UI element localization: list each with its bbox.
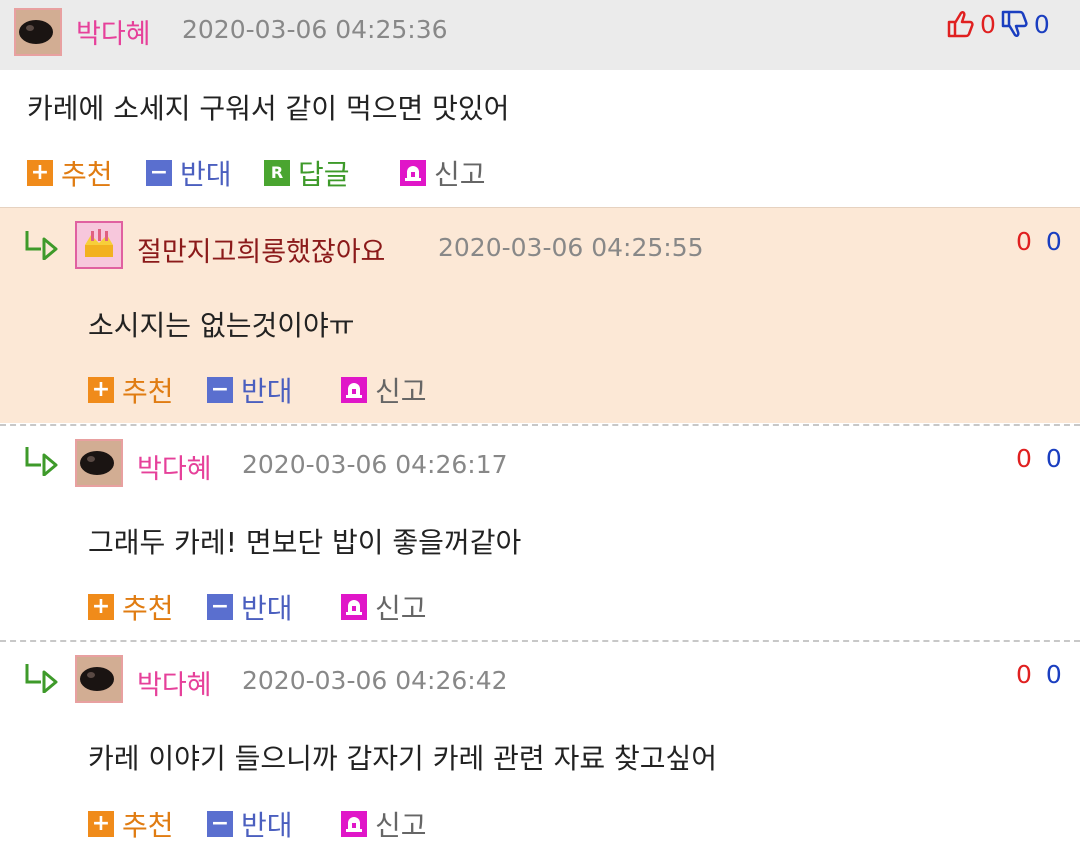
reply-date: 2020-03-06 04:25:55 [438, 233, 704, 262]
comment-header [0, 0, 1080, 70]
report-button[interactable]: 신고 [341, 370, 427, 410]
oppose-button[interactable]: − 반대 [146, 153, 232, 193]
reply-arrow-icon [25, 231, 58, 260]
report-button[interactable]: 신고 [341, 804, 427, 844]
reply-text: 소시지는 없는것이야ㅠ [88, 309, 355, 342]
siren-icon [341, 594, 367, 620]
reply-date: 2020-03-06 04:26:17 [242, 450, 508, 479]
recommend-label: 추천 [61, 158, 113, 191]
recommend-button[interactable]: + 추천 [27, 153, 113, 193]
thumbs-up-icon[interactable] [946, 9, 974, 39]
dislike-count: 0 [1033, 9, 1050, 39]
separator [0, 424, 1080, 426]
siren-icon [341, 811, 367, 837]
reply-author[interactable]: 절만지고희롱했잖아요 [137, 230, 385, 269]
siren-icon [400, 160, 426, 186]
like-count: 0 [1016, 227, 1032, 256]
like-count: 0 [1016, 660, 1032, 689]
plus-icon: + [88, 811, 114, 837]
separator [0, 640, 1080, 642]
minus-icon: − [207, 594, 233, 620]
reply-r-icon: R [264, 160, 290, 186]
reply-arrow-icon [25, 664, 58, 693]
report-label: 신고 [434, 158, 486, 191]
separator [0, 207, 1080, 208]
vote-counts: 0 0 [1016, 444, 1062, 473]
reply-text: 카레 이야기 들으니까 갑자기 카레 관련 자료 찾고싶어 [88, 742, 718, 775]
vote-counts: 0 0 [1016, 660, 1062, 689]
like-count: 0 [1016, 444, 1032, 473]
thumbs-down-icon[interactable] [1000, 9, 1028, 39]
plus-icon: + [88, 594, 114, 620]
recommend-button[interactable]: + 추천 [88, 587, 174, 627]
minus-icon: − [207, 377, 233, 403]
report-button[interactable]: 신고 [400, 153, 486, 193]
oppose-label: 반대 [180, 158, 232, 191]
comment-author[interactable]: 박다혜 [76, 12, 151, 51]
dislike-count: 0 [1045, 227, 1062, 256]
like-count: 0 [980, 9, 996, 39]
reply-text: 그래두 카레! 면보단 밥이 좋을꺼같아 [88, 526, 522, 559]
recommend-label: 추천 [122, 809, 174, 842]
avatar[interactable] [75, 439, 123, 487]
reply-date: 2020-03-06 04:26:42 [242, 666, 508, 695]
recommend-button[interactable]: + 추천 [88, 370, 174, 410]
recommend-label: 추천 [122, 375, 174, 408]
comment-text: 카레에 소세지 구워서 같이 먹으면 맛있어 [27, 92, 510, 125]
comment-date: 2020-03-06 04:25:36 [182, 15, 448, 44]
recommend-button[interactable]: + 추천 [88, 804, 174, 844]
recommend-label: 추천 [122, 592, 174, 625]
reply-label: 답글 [298, 158, 350, 191]
plus-icon: + [88, 377, 114, 403]
minus-icon: − [146, 160, 172, 186]
oppose-button[interactable]: − 반대 [207, 370, 293, 410]
minus-icon: − [207, 811, 233, 837]
comment-thread: 박다혜 2020-03-06 04:25:36 0 0 카레에 소세지 구워서 … [0, 0, 1080, 853]
oppose-label: 반대 [241, 809, 293, 842]
oppose-label: 반대 [241, 375, 293, 408]
plus-icon: + [27, 160, 53, 186]
siren-icon [341, 377, 367, 403]
report-label: 신고 [375, 592, 427, 625]
vote-counts: 0 0 [946, 9, 1050, 39]
oppose-label: 반대 [241, 592, 293, 625]
reply-button[interactable]: R 답글 [264, 153, 350, 193]
dislike-count: 0 [1045, 660, 1062, 689]
report-label: 신고 [375, 809, 427, 842]
reply-author[interactable]: 박다혜 [137, 447, 212, 486]
report-button[interactable]: 신고 [341, 587, 427, 627]
reply-author[interactable]: 박다혜 [137, 663, 212, 702]
avatar[interactable] [75, 655, 123, 703]
avatar[interactable] [14, 8, 62, 56]
reply-arrow-icon [25, 447, 58, 476]
avatar[interactable] [75, 221, 123, 269]
report-label: 신고 [375, 375, 427, 408]
vote-counts: 0 0 [1016, 227, 1062, 256]
oppose-button[interactable]: − 반대 [207, 587, 293, 627]
dislike-count: 0 [1045, 444, 1062, 473]
oppose-button[interactable]: − 반대 [207, 804, 293, 844]
